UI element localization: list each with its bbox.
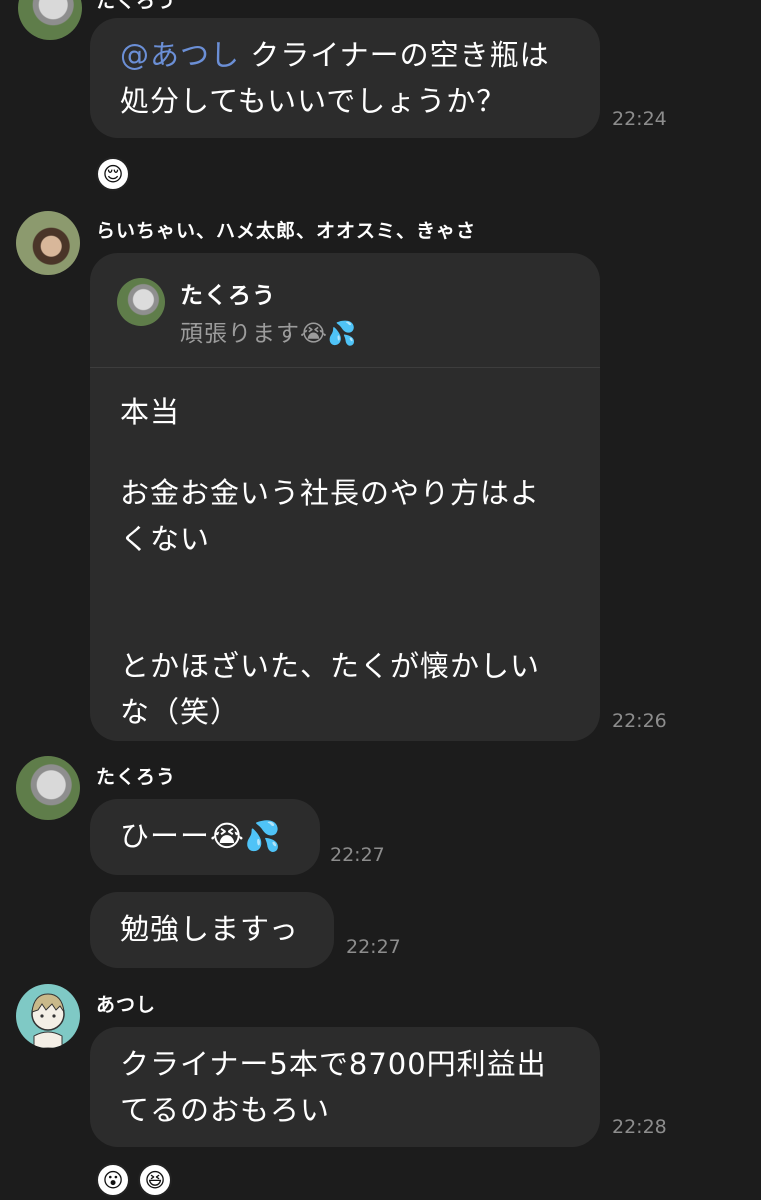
sender-name: たくろう: [96, 0, 177, 12]
message-text: クライナー5本で8700円利益出 てるのおもろい: [120, 1047, 547, 1127]
sender-name: たくろう: [96, 766, 177, 788]
reaction-icon[interactable]: 😆: [138, 1163, 172, 1197]
reaction-icon[interactable]: 😌: [96, 157, 130, 191]
message-time: 22:26: [612, 710, 667, 732]
sender-name: らいちゃい、ハメ太郎、オオスミ、きゃさ: [96, 220, 477, 242]
message-text: 本当 お金お金いう社長のやり方はよ くない とかほざいた、たくが懐かしい な（笑…: [120, 395, 541, 729]
message-bubble[interactable]: ひーー😭💦: [90, 799, 320, 875]
sender-name: あつし: [96, 994, 157, 1016]
reaction-icon[interactable]: 😮: [96, 1163, 130, 1197]
avatar-atsushi[interactable]: [16, 984, 80, 1048]
message-bubble[interactable]: 勉強しますっ: [90, 892, 334, 968]
message-text: 勉強しますっ: [120, 912, 299, 946]
quote-avatar: [117, 278, 165, 326]
message-time: 22:28: [612, 1116, 667, 1138]
message-time: 22:27: [346, 936, 401, 958]
quote-divider: [90, 367, 600, 368]
avatar-group[interactable]: [16, 211, 80, 275]
mention-link[interactable]: @あつし: [120, 38, 240, 72]
quote-text: 頑張ります😭💦: [180, 321, 358, 347]
message-time: 22:27: [330, 844, 385, 866]
avatar-takurou[interactable]: [16, 756, 80, 820]
message-text: ひーー😭💦: [120, 819, 282, 853]
message-time: 22:24: [612, 108, 667, 130]
avatar-takurou[interactable]: [18, 0, 82, 40]
message-bubble[interactable]: クライナー5本で8700円利益出 てるのおもろい: [90, 1027, 600, 1147]
message-bubble[interactable]: たくろう 頑張ります😭💦 本当 お金お金いう社長のやり方はよ くない とかほざい…: [90, 253, 600, 741]
message-text: @あつし クライナーの空き瓶は 処分してもいいでしょうか？: [120, 38, 550, 118]
message-bubble[interactable]: @あつし クライナーの空き瓶は 処分してもいいでしょうか？: [90, 18, 600, 138]
